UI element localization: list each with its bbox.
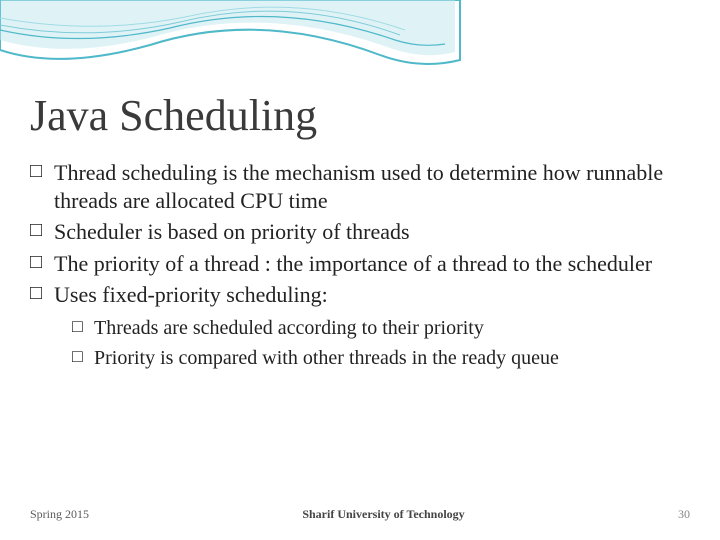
bullet-item: Scheduler is based on priority of thread… (30, 218, 690, 246)
slide-footer: Spring 2015 Sharif University of Technol… (30, 507, 690, 522)
sub-bullet-item: Threads are scheduled according to their… (72, 315, 690, 341)
footer-page-number: 30 (678, 507, 690, 522)
sub-bullet-item: Priority is compared with other threads … (72, 345, 690, 371)
sub-bullet-list: Threads are scheduled according to their… (72, 315, 690, 371)
main-bullet-list: Thread scheduling is the mechanism used … (30, 159, 690, 371)
header-wave-decoration (0, 0, 720, 80)
bullet-item: The priority of a thread : the importanc… (30, 250, 690, 278)
bullet-item: Thread scheduling is the mechanism used … (30, 159, 690, 214)
footer-center: Sharif University of Technology (302, 507, 464, 522)
slide-content: Java Scheduling Thread scheduling is the… (30, 90, 690, 375)
footer-left: Spring 2015 (30, 507, 89, 522)
bullet-item: Uses fixed-priority scheduling: Threads … (30, 281, 690, 371)
slide-title: Java Scheduling (30, 90, 690, 141)
bullet-text: Uses fixed-priority scheduling: (54, 282, 328, 307)
